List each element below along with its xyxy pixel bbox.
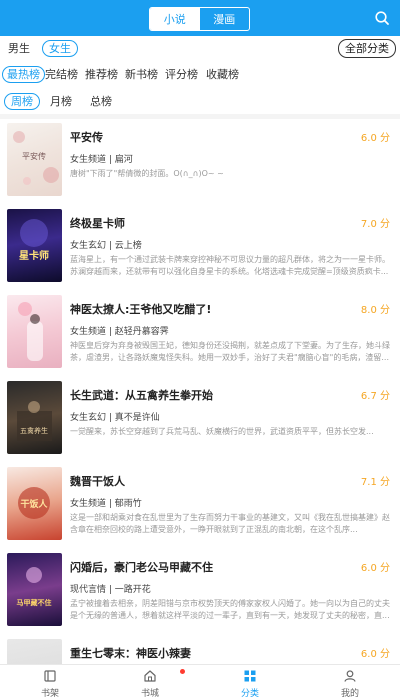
book-author: 扁河 bbox=[114, 155, 133, 165]
tab-comic[interactable]: 漫画 bbox=[200, 8, 250, 30]
book-meta: 女生频道 | 郁雨竹 bbox=[70, 499, 142, 509]
list-item[interactable]: 马甲藏不住 闪婚后，豪门老公马甲藏不住 6.0 分 现代言情 | 一路开花 孟宁… bbox=[0, 549, 400, 635]
book-score: 6.0 分 bbox=[360, 649, 390, 660]
gender-female[interactable]: 女生 bbox=[42, 40, 78, 57]
top-bar: 小说 漫画 bbox=[0, 0, 400, 36]
nav-category[interactable]: 分类 bbox=[200, 665, 300, 699]
gender-male[interactable]: 男生 bbox=[8, 40, 30, 57]
rank-recommended[interactable]: 推荐榜 bbox=[85, 66, 118, 83]
book-description: 这是一部和胡乘对食在乱世里为了生存而努力干事业的基建文，又叫《我在乱世搞基建》赵… bbox=[70, 513, 390, 534]
book-title: 重生七零末：神医小辣妻 bbox=[70, 647, 191, 660]
gender-filter-row: 男生 女生 全部分类 bbox=[0, 38, 400, 60]
svg-text:干饭人: 干饭人 bbox=[20, 498, 48, 510]
book-cover: 干饭人 bbox=[7, 467, 62, 540]
book-channel: 女生频道 bbox=[70, 155, 107, 165]
period-week[interactable]: 周榜 bbox=[4, 93, 40, 110]
rank-filter-row: 最热榜 完结榜 推荐榜 新书榜 评分榜 收藏榜 bbox=[0, 64, 400, 86]
book-author: 赵轻丹慕容霁 bbox=[114, 327, 169, 337]
book-list: 平安传 平安传 6.0 分 女生频道 | 扁河 唐树"下雨了"帮倩微的封面。O(… bbox=[0, 119, 400, 664]
rank-new[interactable]: 新书榜 bbox=[125, 66, 158, 83]
list-item[interactable]: 神医太撩人:王爷他又吃醋了! 8.0 分 女生频道 | 赵轻丹慕容霁 神医皇后穿… bbox=[0, 291, 400, 377]
book-description: 蓝海星上，有一个通过武装卡牌来穿控神秘不可思议力量的超凡群体，将之为一一星卡师。… bbox=[70, 255, 390, 276]
book-score: 7.1 分 bbox=[360, 477, 390, 488]
book-cover: 五禽养生 bbox=[7, 381, 62, 454]
book-meta: 女生频道 | 赵轻丹慕容霁 bbox=[70, 327, 169, 337]
book-meta: 女生频道 | 扁河 bbox=[70, 155, 133, 165]
nav-bookshelf[interactable]: 书架 bbox=[0, 665, 100, 699]
book-cover: 马甲藏不住 bbox=[7, 553, 62, 626]
book-description: 唐树"下雨了"帮倩微的封面。O(∩_∩)O~ ~ bbox=[70, 169, 224, 178]
book-cover bbox=[7, 639, 62, 664]
book-channel: 现代言情 bbox=[70, 585, 107, 595]
book-score: 6.0 分 bbox=[360, 133, 390, 144]
nav-label: 书城 bbox=[140, 689, 159, 699]
notification-dot bbox=[180, 669, 185, 674]
search-icon[interactable] bbox=[374, 10, 390, 26]
book-author: 云上榜 bbox=[114, 241, 142, 251]
book-channel: 女生玄幻 bbox=[70, 413, 107, 423]
book-meta: 女生玄幻 | 真不是许仙 bbox=[70, 413, 160, 423]
book-channel: 女生频道 bbox=[70, 327, 107, 337]
category-grid-icon bbox=[244, 670, 256, 682]
nav-label: 分类 bbox=[240, 689, 259, 699]
period-total[interactable]: 总榜 bbox=[90, 93, 112, 110]
home-icon bbox=[144, 670, 156, 682]
list-item[interactable]: 星卡师 终极星卡师 7.0 分 女生玄幻 | 云上榜 蓝海星上，有一个通过武装卡… bbox=[0, 205, 400, 291]
book-author: 真不是许仙 bbox=[114, 413, 160, 423]
book-title: 神医太撩人:王爷他又吃醋了! bbox=[70, 303, 212, 316]
svg-text:平安传: 平安传 bbox=[22, 151, 46, 161]
book-title: 魏晋干饭人 bbox=[70, 475, 125, 488]
book-title: 终极星卡师 bbox=[70, 217, 125, 230]
rank-rating[interactable]: 评分榜 bbox=[165, 66, 198, 83]
book-score: 6.7 分 bbox=[360, 391, 390, 402]
book-meta: 女生玄幻 | 云上榜 bbox=[70, 241, 142, 251]
book-description: 孟宁被撞着去相亲，阴差阳错与京市权势顶天的傅家家权人闪婚了。她一向以为自己的丈夫… bbox=[70, 599, 390, 620]
book-author: 一路开花 bbox=[114, 585, 151, 595]
nav-label: 我的 bbox=[340, 689, 359, 699]
book-channel: 女生玄幻 bbox=[70, 241, 107, 251]
book-title: 平安传 bbox=[70, 131, 103, 144]
rank-completed[interactable]: 完结榜 bbox=[45, 66, 78, 83]
all-categories-button[interactable]: 全部分类 bbox=[338, 39, 396, 58]
svg-text:五禽养生: 五禽养生 bbox=[20, 426, 48, 435]
bottom-nav: 书架 书城 分类 我的 bbox=[0, 664, 400, 699]
tab-novel[interactable]: 小说 bbox=[150, 8, 200, 30]
rank-hottest[interactable]: 最热榜 bbox=[2, 66, 45, 83]
period-month[interactable]: 月榜 bbox=[50, 93, 72, 110]
book-meta: 现代言情 | 一路开花 bbox=[70, 585, 151, 595]
nav-bookstore[interactable]: 书城 bbox=[100, 665, 200, 699]
list-item[interactable]: 干饭人 魏晋干饭人 7.1 分 女生频道 | 郁雨竹 这是一部和胡乘对食在乱世里… bbox=[0, 463, 400, 549]
book-description: 一觉醒来，苏长空穿越到了兵荒马乱、妖魔横行的世界，武道资质平平，但苏长空发... bbox=[70, 427, 374, 436]
book-cover: 星卡师 bbox=[7, 209, 62, 282]
book-cover: 平安传 bbox=[7, 123, 62, 196]
list-item[interactable]: 五禽养生 长生武道：从五禽养生拳开始 6.7 分 女生玄幻 | 真不是许仙 一觉… bbox=[0, 377, 400, 463]
profile-icon bbox=[344, 670, 356, 682]
period-filter-row: 周榜 月榜 总榜 bbox=[0, 91, 400, 113]
book-score: 6.0 分 bbox=[360, 563, 390, 574]
nav-label: 书架 bbox=[40, 689, 59, 699]
book-description: 神医皇后穿为弃身被毁国王妃，德知身份还没揭荆，就差点成了下堂妻。为了生存，她斗绿… bbox=[70, 341, 390, 362]
book-score: 7.0 分 bbox=[360, 219, 390, 230]
content-type-switch: 小说 漫画 bbox=[149, 7, 250, 31]
svg-text:马甲藏不住: 马甲藏不住 bbox=[17, 598, 52, 607]
book-cover bbox=[7, 295, 62, 368]
svg-text:星卡师: 星卡师 bbox=[19, 249, 49, 262]
rank-favorites[interactable]: 收藏榜 bbox=[206, 66, 239, 83]
book-author: 郁雨竹 bbox=[114, 499, 142, 509]
book-title: 闪婚后，豪门老公马甲藏不住 bbox=[70, 561, 213, 574]
bookshelf-icon bbox=[44, 670, 56, 682]
book-channel: 女生频道 bbox=[70, 499, 107, 509]
nav-profile[interactable]: 我的 bbox=[300, 665, 400, 699]
book-title: 长生武道：从五禽养生拳开始 bbox=[70, 389, 213, 402]
list-item[interactable]: 平安传 平安传 6.0 分 女生频道 | 扁河 唐树"下雨了"帮倩微的封面。O(… bbox=[0, 119, 400, 205]
list-item[interactable]: 重生七零末：神医小辣妻 6.0 分 bbox=[0, 635, 400, 664]
book-score: 8.0 分 bbox=[360, 305, 390, 316]
